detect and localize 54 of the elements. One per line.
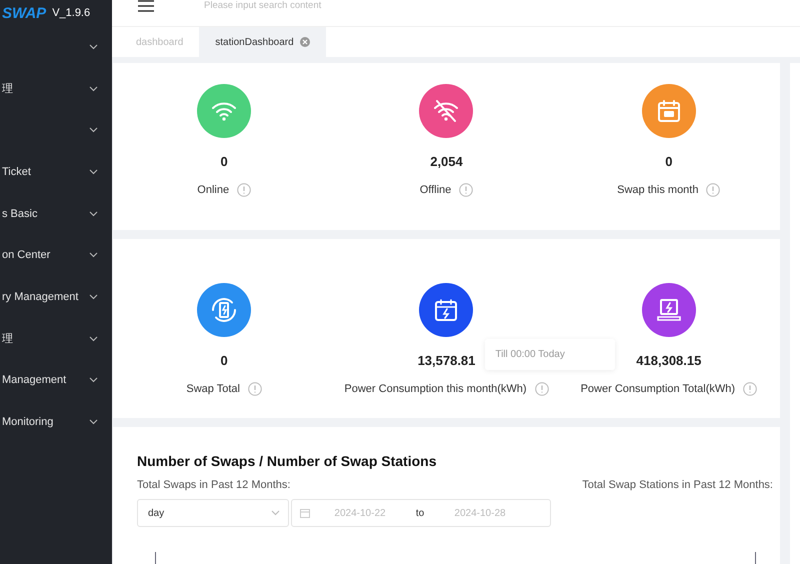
sidebar-item[interactable]: 理 (0, 318, 112, 360)
calendar-icon (300, 508, 310, 518)
info-icon[interactable] (534, 382, 549, 396)
calendar-icon (656, 98, 682, 124)
stat-value: 0 (665, 154, 672, 169)
info-icon[interactable] (743, 382, 758, 396)
info-icon[interactable] (237, 183, 252, 197)
info-icon[interactable] (706, 183, 720, 197)
stat-label: Online (197, 184, 230, 196)
panel-title: Number of Swaps / Number of Swap Stations (137, 453, 438, 469)
chevron-down-icon (89, 168, 98, 175)
version-label: V_1.9.6 (52, 7, 90, 19)
sidebar-item[interactable]: s Basic (0, 192, 112, 234)
calendar-bolt-icon (433, 297, 460, 323)
chevron-down-icon (89, 210, 98, 217)
chart-label: Total Swaps in Past 12 Months: (137, 479, 290, 491)
chevron-down-icon (89, 336, 98, 342)
logo: SWAP (2, 4, 46, 22)
chart-label: Total Swap Stations in Past 12 Months: (582, 479, 773, 491)
chevron-down-icon (89, 294, 98, 300)
info-icon[interactable] (459, 183, 474, 197)
stat-label: Swap this month (617, 184, 698, 196)
stat-label: Power Consumption this month(kWh) (344, 383, 527, 395)
stat-label: Swap Total (186, 383, 240, 395)
stat-value: 2,054 (430, 154, 463, 169)
stat-value: 0 (220, 353, 228, 368)
close-icon[interactable] (300, 37, 310, 47)
period-select[interactable]: day (137, 499, 289, 527)
tooltip: Till 00:00 Today (485, 339, 615, 370)
chevron-down-icon (89, 127, 98, 134)
stat-label: Power Consumption Total(kWh) (580, 383, 736, 395)
sidebar-item[interactable]: on Center (0, 234, 112, 276)
stat-value: 0 (220, 154, 228, 169)
chevron-down-icon (89, 419, 98, 426)
info-icon[interactable] (248, 382, 262, 396)
chevron-down-icon (89, 44, 98, 50)
chevron-down-icon (89, 86, 98, 92)
sidebar-item[interactable]: Monitoring (0, 401, 112, 443)
menu-icon[interactable] (138, 0, 154, 12)
stat-value: 13,578.81 (418, 353, 476, 368)
chevron-down-icon (271, 510, 280, 516)
chevron-down-icon (89, 377, 98, 384)
wifi-icon (211, 100, 238, 122)
wifi-off-icon (433, 99, 460, 123)
chevron-down-icon (89, 252, 98, 258)
date-range-picker[interactable]: 2024-10-22 to 2024-10-28 (291, 499, 551, 527)
sidebar-item[interactable]: Management (0, 360, 112, 402)
sidebar-item[interactable]: 理 (0, 68, 112, 110)
stat-value: 418,308.15 (636, 353, 702, 368)
laptop-bolt-icon (654, 297, 683, 323)
sidebar-item[interactable]: ry Management (0, 276, 112, 318)
sidebar-item[interactable]: Ticket (0, 151, 112, 193)
stat-label: Offline (420, 184, 452, 196)
tab[interactable]: stationDashboard (199, 27, 326, 57)
